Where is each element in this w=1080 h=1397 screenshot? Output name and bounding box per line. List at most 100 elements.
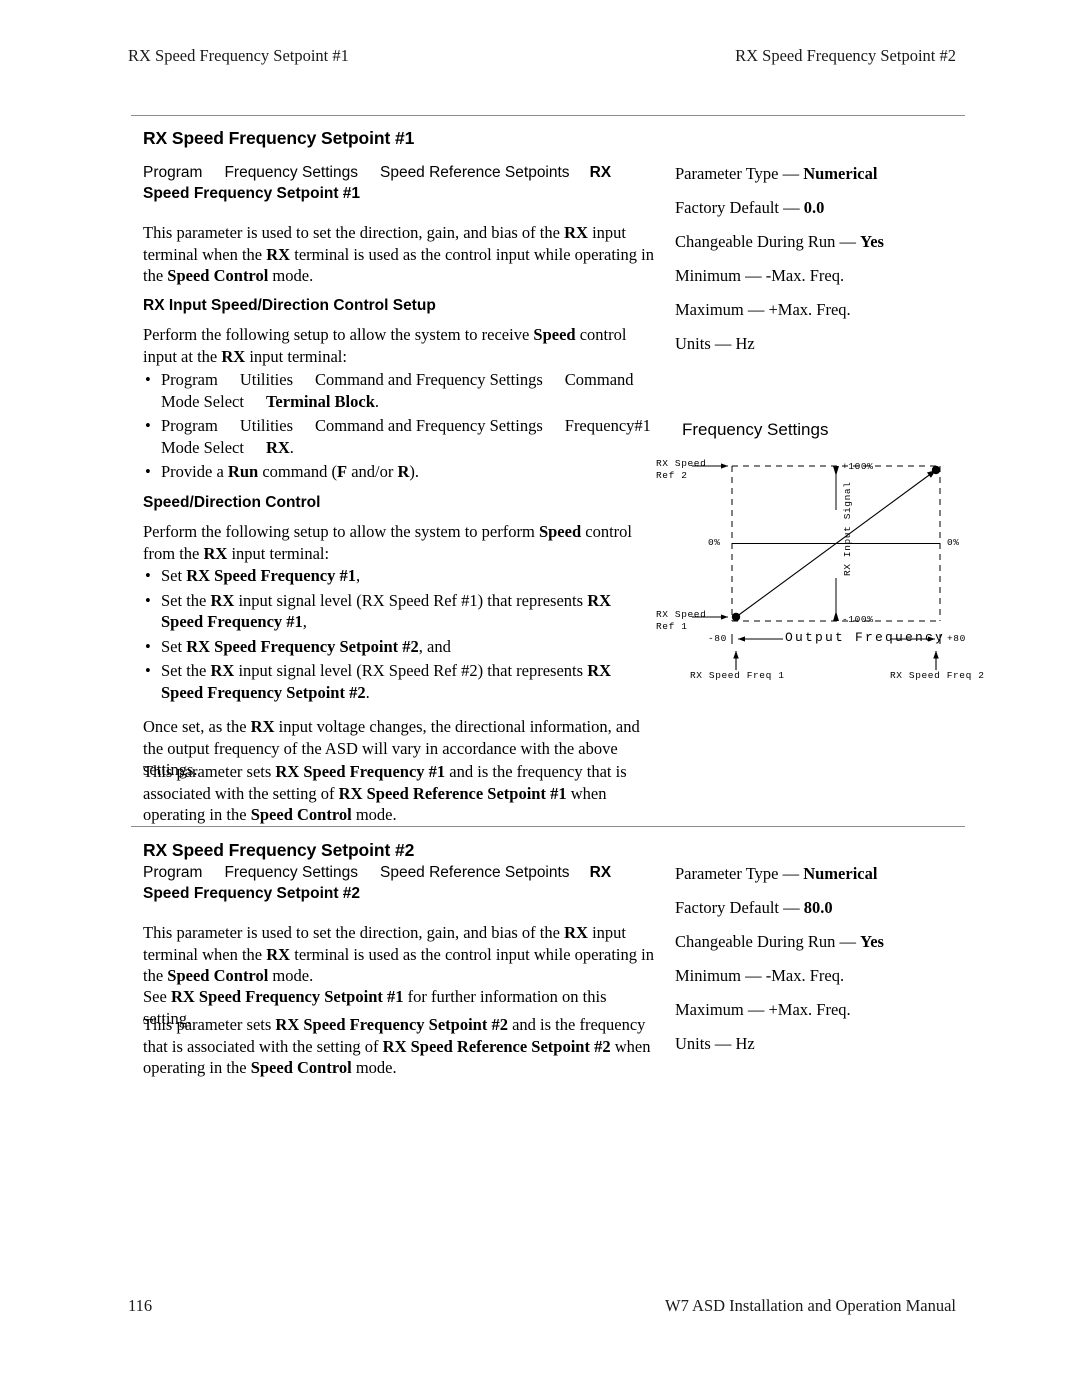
emphasis-rx: RX — [564, 223, 588, 242]
spec-row-maximum: Maximum — +Max. Freq. — [675, 1000, 975, 1020]
bullet-icon: • — [145, 416, 151, 435]
text-run: input terminal: — [245, 346, 347, 366]
label-rx-speed-ref-2-line2: Ref 2 — [656, 470, 688, 481]
text-run: Utilities — [239, 416, 293, 435]
text-run: Command and Frequency Settings — [315, 370, 543, 389]
spec-row-parameter-type: Parameter Type — Numerical — [675, 864, 975, 884]
section-title-setpoint-2: RX Speed Frequency Setpoint #2 — [143, 840, 415, 860]
setup-bullet-list: • Program Utilities Command and Frequency S… — [143, 369, 656, 486]
text-run: Set the — [161, 590, 211, 610]
text-run: Program — [161, 416, 218, 435]
spec-value: -Max. Freq. — [765, 966, 845, 985]
spec-label: Units — — [675, 1034, 736, 1053]
text-run: ). — [409, 462, 420, 481]
text-run: Once set, as the — [143, 717, 251, 736]
emphasis-rx: RX — [203, 543, 228, 563]
spec-value: +Max. Freq. — [768, 300, 851, 319]
emphasis-rx: RX — [210, 661, 235, 680]
label-rx-speed-ref-2-line1: RX Speed — [656, 458, 707, 469]
subheading-speed-direction-control: Speed/Direction Control — [143, 494, 321, 511]
control-intro-paragraph: Perform the following setup to allow the… — [143, 521, 656, 564]
text-run: mode. — [268, 966, 314, 985]
spec-label: Factory Default — — [675, 898, 804, 917]
spec-label: Maximum — — [675, 1000, 769, 1019]
spec-value: Hz — [735, 1034, 755, 1053]
breadcrumb-item-frequency-settings: Frequency Settings — [224, 164, 358, 181]
spec-label: Parameter Type — — [675, 864, 804, 883]
emphasis-speed-control: Speed Control — [250, 1058, 352, 1077]
breadcrumb-item-speed-reference-setpoints: Speed Reference Setpoints — [379, 864, 570, 881]
text-run: mode. — [268, 266, 314, 285]
spec-row-minimum: Minimum — -Max. Freq. — [675, 966, 975, 986]
text-run: Command and Frequency Settings — [315, 416, 543, 435]
text-run: This parameter is used to set the direct… — [143, 223, 565, 242]
spec-label: Changeable During Run — — [675, 932, 861, 951]
emphasis-terminal-block: Terminal Block — [265, 391, 375, 411]
text-run: This parameter sets — [143, 762, 276, 781]
text-run: . — [365, 682, 370, 702]
bullet-icon: • — [145, 636, 151, 656]
emphasis-speed-control: Speed Control — [167, 266, 269, 285]
text-run: This parameter sets — [143, 1015, 276, 1034]
section-divider-2 — [131, 826, 965, 827]
spec-value: Numerical — [803, 864, 878, 883]
emphasis-speed-control: Speed Control — [250, 805, 352, 824]
label-rx-speed-ref-1-line2: Ref 1 — [656, 621, 688, 632]
emphasis-rx: RX — [266, 944, 291, 964]
callout-rx-speed-freq-2: RX Speed Freq 2 — [890, 670, 985, 681]
label-y-axis-title: RX Input Signal — [842, 481, 853, 576]
emphasis-rx: RX — [265, 437, 290, 457]
label-y-axis-bottom: -100% — [842, 614, 874, 625]
text-run: Perform the following setup to allow the… — [143, 522, 539, 541]
emphasis-speed-control: Speed Control — [167, 966, 269, 985]
label-y-zero-right: 0% — [947, 537, 960, 548]
diagram-title: Frequency Settings — [682, 420, 829, 439]
text-run: , — [302, 612, 307, 631]
spec-row-maximum: Maximum — +Max. Freq. — [675, 300, 975, 320]
text-run: , and — [418, 636, 451, 656]
section-title-setpoint-1: RX Speed Frequency Setpoint #1 — [143, 128, 415, 148]
emphasis-parameter: RX Speed Reference Setpoint #1 — [338, 783, 567, 803]
text-run: command ( — [258, 462, 337, 481]
bullet-icon: • — [145, 566, 151, 585]
emphasis-parameter: RX Speed Frequency #1 — [275, 762, 446, 781]
spec-value: 0.0 — [803, 198, 825, 217]
list-item: • Set the RX input signal level (RX Speed… — [143, 660, 656, 703]
subheading-rx-input-setup: RX Input Speed/Direction Control Setup — [143, 297, 436, 314]
parameter-spec-list-2: Parameter Type — Numerical Factory Defau… — [675, 864, 975, 1068]
list-item: • Program Utilities Command and Frequency S… — [143, 415, 656, 458]
section-divider-1 — [131, 115, 965, 116]
emphasis-parameter: RX Speed Frequency Setpoint #2 — [275, 1015, 508, 1034]
text-run: Provide a — [161, 462, 228, 481]
text-run: See — [143, 987, 171, 1006]
emphasis-parameter: RX Speed Reference Setpoint #2 — [382, 1036, 611, 1056]
breadcrumb-item-program: Program — [143, 864, 203, 881]
list-item: • Set RX Speed Frequency #1, — [143, 565, 656, 587]
spec-label: Parameter Type — — [675, 164, 804, 183]
text-run: . — [289, 437, 294, 457]
document-page: RX Speed Frequency Setpoint #1 RX Speed … — [0, 0, 1080, 1397]
label-x-axis-max: +80 — [947, 633, 966, 644]
spec-label: Minimum — — [675, 966, 766, 985]
text-run: , — [355, 566, 361, 585]
breadcrumb-setpoint-1: Program Frequency Settings Speed Reference… — [143, 162, 658, 204]
breadcrumb-item-program: Program — [143, 164, 203, 181]
emphasis-rx: RX — [564, 923, 588, 942]
footer-page-number: 116 — [128, 1296, 153, 1315]
footer-manual-title: W7 ASD Installation and Operation Manual — [665, 1296, 956, 1315]
list-item: • Set RX Speed Frequency Setpoint #2, and — [143, 636, 656, 658]
label-rx-speed-ref-1-line1: RX Speed — [656, 609, 707, 620]
emphasis-parameter: RX Speed Frequency #1 — [186, 566, 356, 585]
spec-value: +Max. Freq. — [768, 1000, 851, 1019]
text-run: mode. — [351, 1058, 397, 1077]
intro-paragraph-setpoint-1: This parameter is used to set the direct… — [143, 222, 656, 287]
text-run: input terminal: — [227, 543, 330, 563]
running-header-right: RX Speed Frequency Setpoint #2 — [735, 46, 956, 65]
spec-value: -Max. Freq. — [765, 266, 845, 285]
spec-label: Changeable During Run — — [675, 232, 861, 251]
closing-paragraph-setpoint-2: This parameter sets RX Speed Frequency S… — [143, 1014, 656, 1079]
text-run: mode. — [351, 805, 397, 824]
running-header-left: RX Speed Frequency Setpoint #1 — [128, 46, 349, 65]
spec-row-minimum: Minimum — -Max. Freq. — [675, 266, 975, 286]
text-run: input signal level (RX Speed Ref #2) tha… — [234, 661, 588, 680]
